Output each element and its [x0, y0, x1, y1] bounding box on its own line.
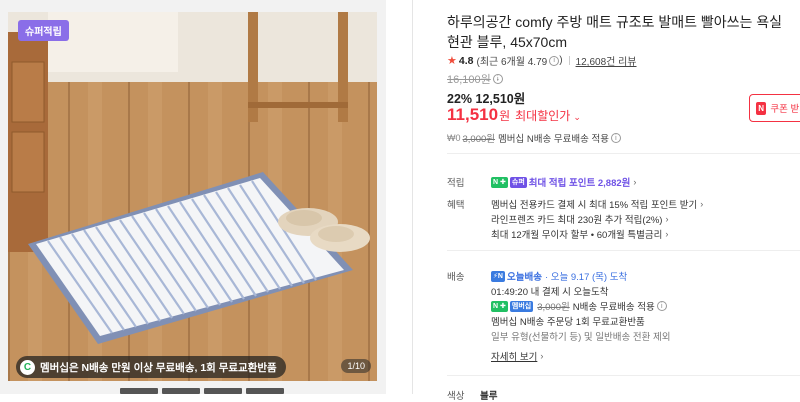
shipping-fee-row: ₩0 3,000원 멤버십 N배송 무료배송 적용 i — [447, 131, 621, 145]
points-row: N ✚ 슈퍼 최대 적립 포인트 2,882원 › — [491, 175, 636, 189]
original-price: 16,100원 — [447, 74, 491, 86]
price-info-icon[interactable]: i — [492, 74, 503, 84]
npay-badge-icon: N ✚ — [491, 176, 508, 188]
membership-promo-banner[interactable]: C 멤버십은 N배송 만원 이상 무료배송, 1회 무료교환반품 — [16, 356, 286, 378]
option-value[interactable]: 블루 — [480, 388, 497, 402]
rating-score: 4.8 — [458, 54, 474, 67]
max-points-text: 최대 적립 포인트 2,882원 — [528, 178, 631, 189]
membership-logo-icon: C — [20, 359, 35, 375]
rating-recent: (최근 6개월 4.79 — [476, 57, 548, 68]
super-points-badge: 슈퍼적립 — [18, 20, 69, 41]
thumbnail[interactable] — [246, 388, 284, 394]
shipping-fee-struck: 3,000원 — [462, 134, 496, 145]
perk-item[interactable]: 최대 12개월 무이자 할부 • 60개월 특별금리 › — [491, 227, 668, 241]
member-shipping-row: N ✚ 멤버십 3,000원 N배송 무료배송 적용 i — [491, 299, 667, 313]
info-icon[interactable]: i — [549, 55, 560, 66]
perk-card-points: 멤버십 전용카드 결제 시 최대 15% 적립 포인트 받기 — [491, 200, 698, 211]
perk-installment: 최대 12개월 무이자 할부 • 60개월 특별금리 — [491, 230, 663, 241]
perks-label: 혜택 — [447, 200, 465, 211]
sale-price-unit: 원 — [499, 109, 511, 123]
review-count-link[interactable]: 12,608건 리뷰 — [576, 53, 637, 68]
today-delivery-row: ⚡N 오늘배송 · 오늘 9.17 (목) 도착 — [491, 269, 627, 283]
super-badge-icon: 슈퍼 — [509, 176, 527, 188]
divider — [447, 375, 800, 376]
coupon-label: 쿠폰 받기 — [770, 104, 800, 115]
delivery-fee-text: N배송 무료배송 적용 — [572, 302, 655, 313]
thumbnail[interactable] — [204, 388, 242, 394]
chevron-right-icon[interactable]: › — [700, 199, 703, 209]
option-label: 색상 — [447, 391, 465, 402]
thumbnail-strip[interactable] — [120, 388, 290, 394]
divider — [447, 153, 800, 154]
delivery-more-link[interactable]: 자세히 보기 › — [491, 349, 543, 363]
points-label: 적립 — [447, 178, 465, 189]
info-icon[interactable]: i — [610, 133, 621, 143]
thumbnail[interactable] — [120, 388, 158, 394]
product-title: 하루의공간 comfy 주방 매트 규조토 발매트 빨아쓰는 욕실 현관 블루,… — [447, 14, 783, 50]
image-counter: 1/10 — [341, 359, 371, 373]
chevron-right-icon[interactable]: › — [633, 177, 636, 187]
today-delivery-date: · 오늘 9.17 (목) 도착 — [544, 272, 628, 283]
delivery-fee-struck: 3,000원 — [537, 302, 570, 313]
more-details-link[interactable]: 자세히 보기 — [491, 349, 537, 363]
delivery-label: 배송 — [447, 272, 465, 283]
delivery-cutoff: 01:49:20 내 결제 시 오늘도착 — [491, 287, 609, 298]
chevron-right-icon[interactable]: › — [540, 351, 543, 361]
sale-price-amount: 11,510 — [447, 105, 499, 124]
rating-recent-close: ) — [559, 55, 563, 66]
product-photo-illustration — [8, 12, 377, 381]
separator — [568, 56, 570, 65]
truck-fee-icon: ₩0 — [447, 133, 461, 143]
star-icon: ★ — [447, 55, 457, 67]
product-main-image[interactable]: 슈퍼적립 1/10 — [8, 12, 377, 381]
thumbnail[interactable] — [162, 388, 200, 394]
membership-badge: 멤버십 — [509, 300, 534, 312]
max-discount-price-row[interactable]: 11,510 원 최대할인가 ⌄ — [447, 105, 581, 125]
perk-linefriends-card: 라인프렌즈 카드 최대 230원 추가 적립(2%) — [491, 215, 663, 226]
product-gallery: 슈퍼적립 1/10 C 멤버십은 N배송 만원 이상 무료배송, 1회 무료교환… — [0, 0, 386, 394]
divider — [447, 250, 800, 251]
chevron-right-icon[interactable]: › — [665, 214, 668, 224]
rating-row: ★ 4.8 (최근 6개월 4.79 i ) 12,608건 리뷰 — [447, 53, 637, 69]
coupon-button[interactable]: N 쿠폰 받기 — [749, 94, 800, 122]
perk-item[interactable]: 멤버십 전용카드 결제 시 최대 15% 적립 포인트 받기 › — [491, 197, 703, 211]
column-divider — [412, 0, 413, 394]
original-price-row: 16,100원 i — [447, 71, 503, 87]
perk-item[interactable]: 라인프렌즈 카드 최대 230원 추가 적립(2%) › — [491, 212, 668, 226]
return-policy: 멤버십 N배송 주문당 1회 무료교환반품 — [491, 317, 645, 328]
npay-badge-icon: N ✚ — [491, 300, 508, 312]
today-delivery-icon: ⚡N — [491, 270, 505, 282]
info-icon[interactable]: i — [656, 301, 667, 311]
chevron-down-icon[interactable]: ⌄ — [573, 112, 581, 123]
max-discount-label: 최대할인가 — [515, 109, 571, 123]
coupon-n-icon: N — [756, 101, 767, 115]
product-info-panel: 하루의공간 comfy 주방 매트 규조토 발매트 빨아쓰는 욕실 현관 블루,… — [447, 0, 800, 402]
today-delivery-badge: 오늘배송 — [506, 272, 542, 283]
chevron-right-icon[interactable]: › — [665, 229, 668, 239]
shipping-fee-text: 멤버십 N배송 무료배송 적용 — [498, 134, 609, 145]
membership-promo-text: 멤버십은 N배송 만원 이상 무료배송, 1회 무료교환반품 — [40, 361, 277, 374]
return-exclusion: 일부 유형(선물하기 등) 및 일반배송 전환 제외 — [491, 332, 671, 343]
